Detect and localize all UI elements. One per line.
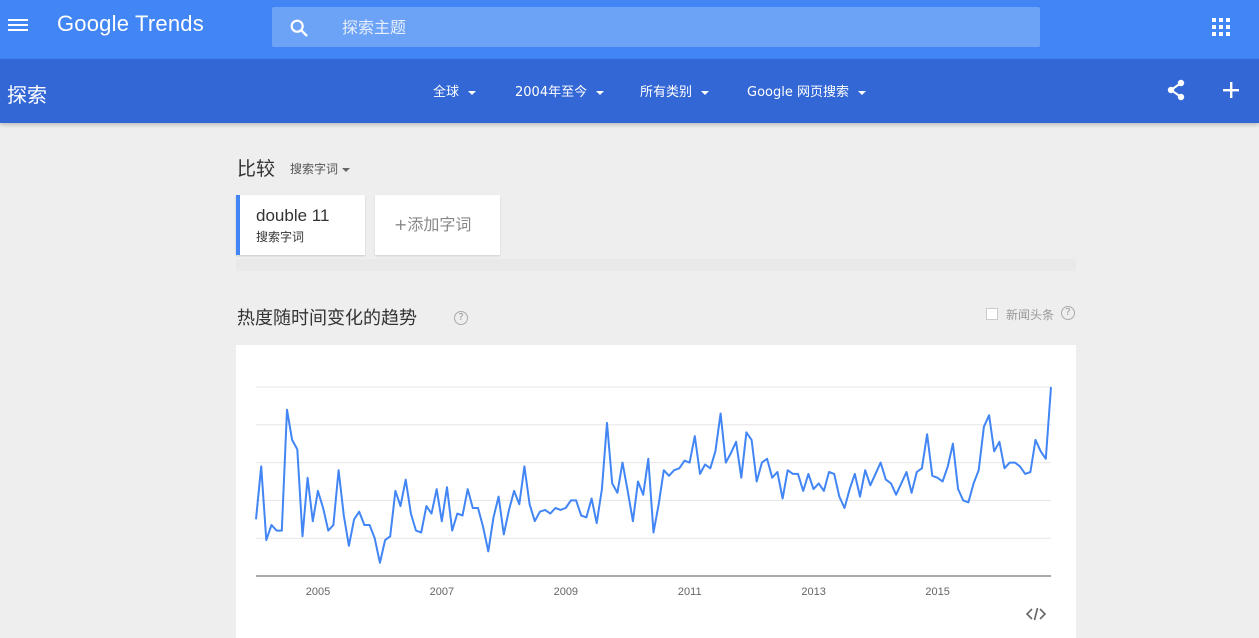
search-box[interactable] (272, 7, 1040, 47)
x-tick-label: 2009 (554, 586, 578, 598)
news-headlines-checkbox[interactable] (986, 308, 998, 320)
help-icon[interactable]: ? (1061, 306, 1075, 320)
plus-icon[interactable] (1222, 81, 1240, 99)
embed-icon[interactable] (1026, 607, 1046, 621)
search-term-name: double 11 (256, 206, 330, 225)
chevron-down-icon (468, 90, 477, 95)
x-tick-label: 2015 (925, 586, 949, 598)
x-tick-label: 2007 (430, 586, 454, 598)
menu-icon[interactable] (8, 16, 28, 34)
chevron-down-icon (342, 167, 351, 172)
explore-toolbar: 探索 全球 2004年至今 所有类别 Google 网页搜索 (0, 59, 1259, 123)
help-icon[interactable]: ? (454, 311, 468, 325)
region-filter[interactable]: 全球 (433, 81, 477, 100)
top-app-bar: Google Trends (0, 0, 1259, 59)
search-type-filter-label: Google 网页搜索 (747, 85, 849, 100)
search-icon[interactable] (288, 17, 310, 39)
series-line-double-11[interactable] (255, 386, 1052, 564)
interest-over-time-chart: 2005 2007 2009 2011 2013 2015 (236, 345, 1076, 638)
chevron-down-icon (857, 90, 866, 95)
search-term-card[interactable]: double 11 搜索字词 (236, 195, 365, 255)
search-input[interactable] (342, 7, 1022, 47)
x-tick-label: 2011 (678, 586, 702, 598)
category-filter[interactable]: 所有类别 (640, 81, 710, 100)
line-chart: 2005 2007 2009 2011 2013 2015 (255, 386, 1052, 598)
chevron-down-icon (596, 90, 605, 95)
compare-type-dropdown[interactable]: 搜索字词 (290, 160, 351, 177)
compare-label: 比较 (237, 158, 276, 180)
x-tick-label: 2013 (801, 586, 825, 598)
share-icon[interactable] (1166, 79, 1186, 101)
region-filter-label: 全球 (433, 85, 460, 100)
add-term-button[interactable]: +添加字词 (375, 195, 500, 255)
search-term-type: 搜索字词 (256, 230, 305, 244)
search-type-filter[interactable]: Google 网页搜索 (747, 81, 866, 100)
news-headlines-label: 新闻头条 (1006, 308, 1055, 322)
apps-icon[interactable] (1212, 18, 1230, 36)
chevron-down-icon (701, 90, 710, 95)
time-range-filter[interactable]: 2004年至今 (515, 81, 605, 100)
filter-bar: 全球 2004年至今 所有类别 Google 网页搜索 (0, 59, 1259, 123)
section-title: 热度随时间变化的趋势 (237, 308, 417, 329)
time-range-filter-label: 2004年至今 (515, 85, 588, 100)
compare-type-label: 搜索字词 (290, 162, 339, 176)
compare-divider (236, 259, 1076, 271)
category-filter-label: 所有类别 (640, 85, 693, 100)
x-tick-label: 2005 (306, 586, 330, 598)
google-trends-logo[interactable]: Google Trends (57, 11, 204, 37)
